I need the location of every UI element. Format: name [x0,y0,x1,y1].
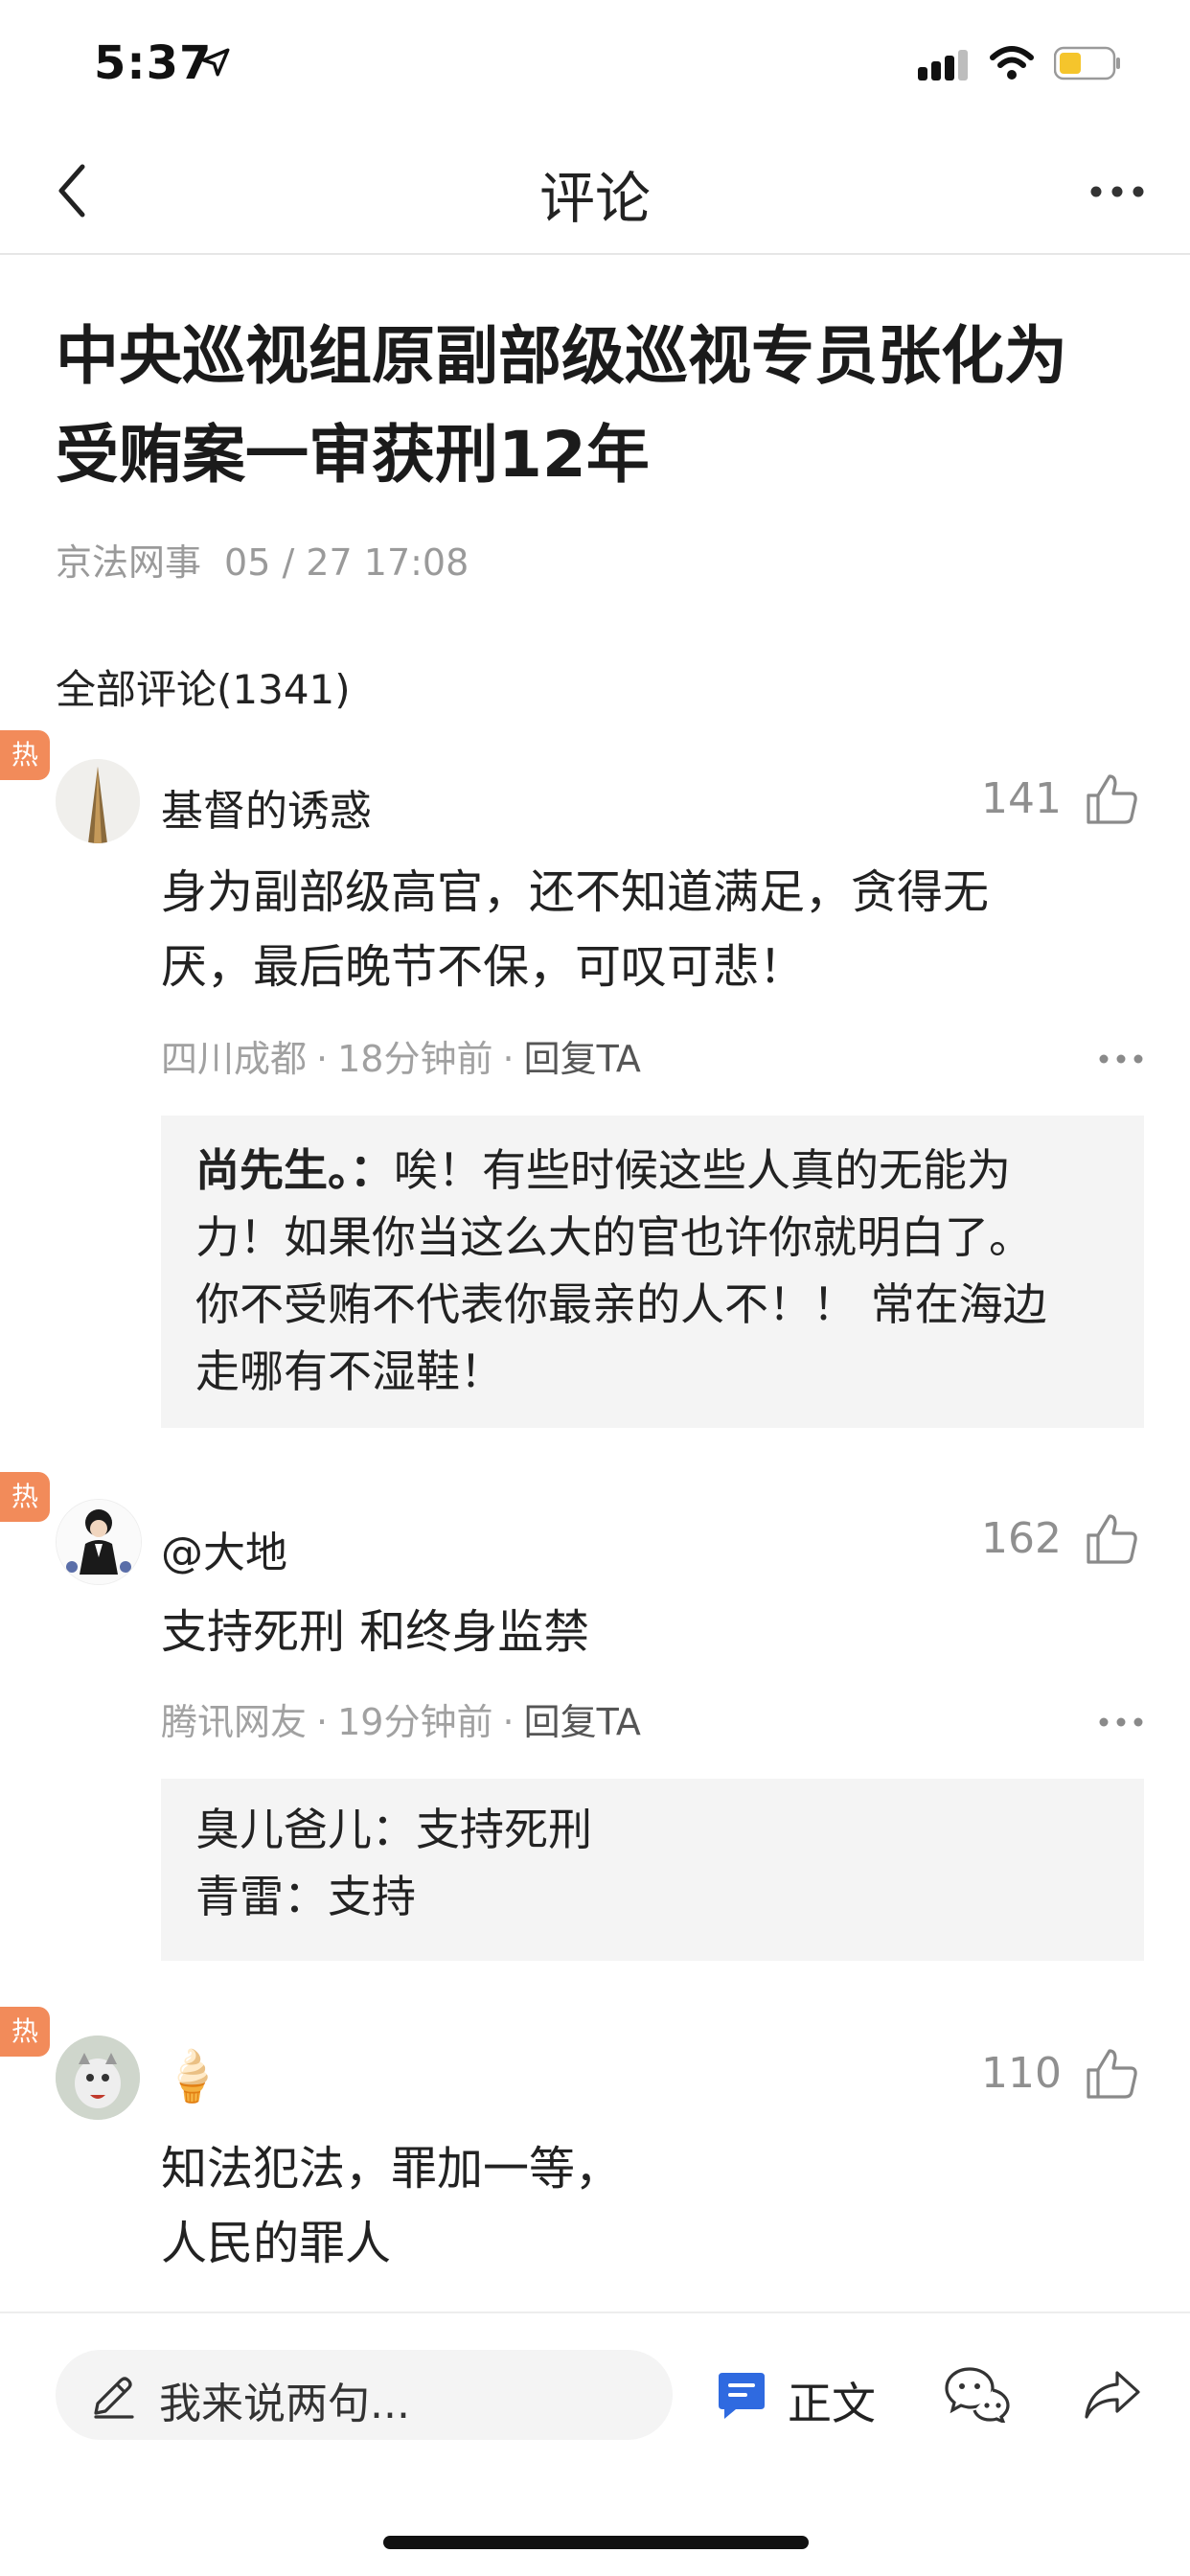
comment-text-line: 身为副部级高官，还不知道满足，贪得无 [161,865,990,919]
share-icon[interactable] [1083,2367,1142,2423]
more-options-button[interactable] [1088,172,1146,211]
pen-icon [94,2377,134,2419]
battery-icon [1054,46,1120,80]
article-title[interactable]: 中央巡视组原副部级巡视专员张化为 受贿案一审获刑12年 [56,307,1148,504]
reply-line: 力！如果你当这么大的官也许你就明白了。 [195,1211,1033,1263]
reply-content: 尚先生。：唉！有些时候这些人真的无能为 力！如果你当这么大的官也许你就明白了。 … [161,1116,1144,1426]
comment-text-line: 支持死刑 和终身监禁 [161,1605,590,1659]
comment-text-line: 知法犯法，罪加一等， [161,2142,622,2196]
wifi-icon [990,46,1034,80]
article-date: 05 / 27 17:08 [224,541,469,584]
like-count: 141 [981,774,1062,823]
nav-divider [0,253,1190,255]
reply-thread[interactable]: 臭儿爸儿：支持死刑 青雷：支持 [161,1779,1144,1961]
reply-line: 你不受贿不代表你最亲的人不！！ 常在海边 [195,1278,1047,1330]
comment-text: 知法犯法，罪加一等， 人民的罪人 [161,2131,1119,2281]
cellular-signal-icon [918,50,968,80]
wechat-icon[interactable] [945,2365,1010,2423]
reply-line: 尚先生。：唉！有些时候这些人真的无能为 [195,1144,1011,1196]
comment-text-line: 人民的罪人 [161,2217,392,2270]
reply-thread[interactable]: 尚先生。：唉！有些时候这些人真的无能为 力！如果你当这么大的官也许你就明白了。 … [161,1116,1144,1428]
page-title: 评论 [538,166,651,231]
reply-author[interactable]: 青雷 [195,1871,284,1922]
reply-author[interactable]: 臭儿爸儿 [195,1804,372,1855]
comment-time: 18分钟前 [337,1038,493,1080]
hot-badge: 热 [0,2007,50,2057]
thumbs-up-icon[interactable] [1083,770,1140,828]
comment-username[interactable]: 🍦 [161,2047,223,2105]
comment-meta: 腾讯网友 · 19分钟前 · 回复TA [161,1701,641,1743]
comment-meta: 四川成都 · 18分钟前 · 回复TA [161,1038,641,1080]
comment-text-line: 厌，最后晚节不保，可叹可悲！ [161,940,806,994]
article-title-line: 受贿案一审获刑12年 [56,418,650,492]
reply-button[interactable]: 回复TA [524,1701,641,1743]
comments-count-heading: 全部评论(1341) [56,666,351,713]
comment-more-icon[interactable] [1098,1715,1144,1729]
article-title-line: 中央巡视组原副部级巡视专员张化为 [56,319,1067,393]
reply-line: 走哪有不湿鞋！ [195,1346,504,1397]
location-arrow-icon [201,48,230,77]
hot-badge: 热 [0,1472,50,1522]
reply-line: 臭儿爸儿：支持死刑 [195,1804,592,1855]
comment-text: 身为副部级高官，还不知道满足，贪得无 厌，最后晚节不保，可叹可悲！ [161,855,1119,1004]
thumbs-up-icon[interactable] [1083,1510,1140,1568]
reply-content: 臭儿爸儿：支持死刑 青雷：支持 [161,1779,1144,1947]
hot-badge: 热 [0,730,50,780]
reply-author[interactable]: 尚先生。 [195,1144,350,1196]
comment-username[interactable]: 基督的诱惑 [161,776,372,838]
comment-username[interactable]: @大地 [161,1518,287,1579]
document-icon[interactable] [715,2369,768,2423]
avatar[interactable] [56,2036,140,2120]
home-indicator[interactable] [383,2536,809,2549]
avatar[interactable] [56,1499,142,1585]
avatar[interactable] [56,759,140,843]
comment-text: 支持死刑 和终身监禁 [161,1595,1119,1669]
article-source[interactable]: 京法网事 [56,541,201,584]
like-count: 162 [981,1514,1062,1563]
reply-button[interactable]: 回复TA [524,1038,641,1080]
toolbar-divider [0,2312,1190,2313]
status-time: 5:37 [94,36,213,90]
comment-location: 四川成都 [161,1038,308,1080]
article-source-line: 京法网事 05 / 27 17:08 [56,533,492,586]
reply-line: 青雷：支持 [195,1871,416,1922]
like-count: 110 [981,2049,1062,2098]
thumbs-up-icon[interactable] [1083,2045,1140,2103]
comment-more-icon[interactable] [1098,1052,1144,1066]
comment-location: 腾讯网友 [161,1701,308,1743]
comment-time: 19分钟前 [337,1701,493,1743]
comment-input-placeholder[interactable]: 我来说两句... [159,2369,410,2430]
article-body-button[interactable]: 正文 [788,2369,876,2432]
